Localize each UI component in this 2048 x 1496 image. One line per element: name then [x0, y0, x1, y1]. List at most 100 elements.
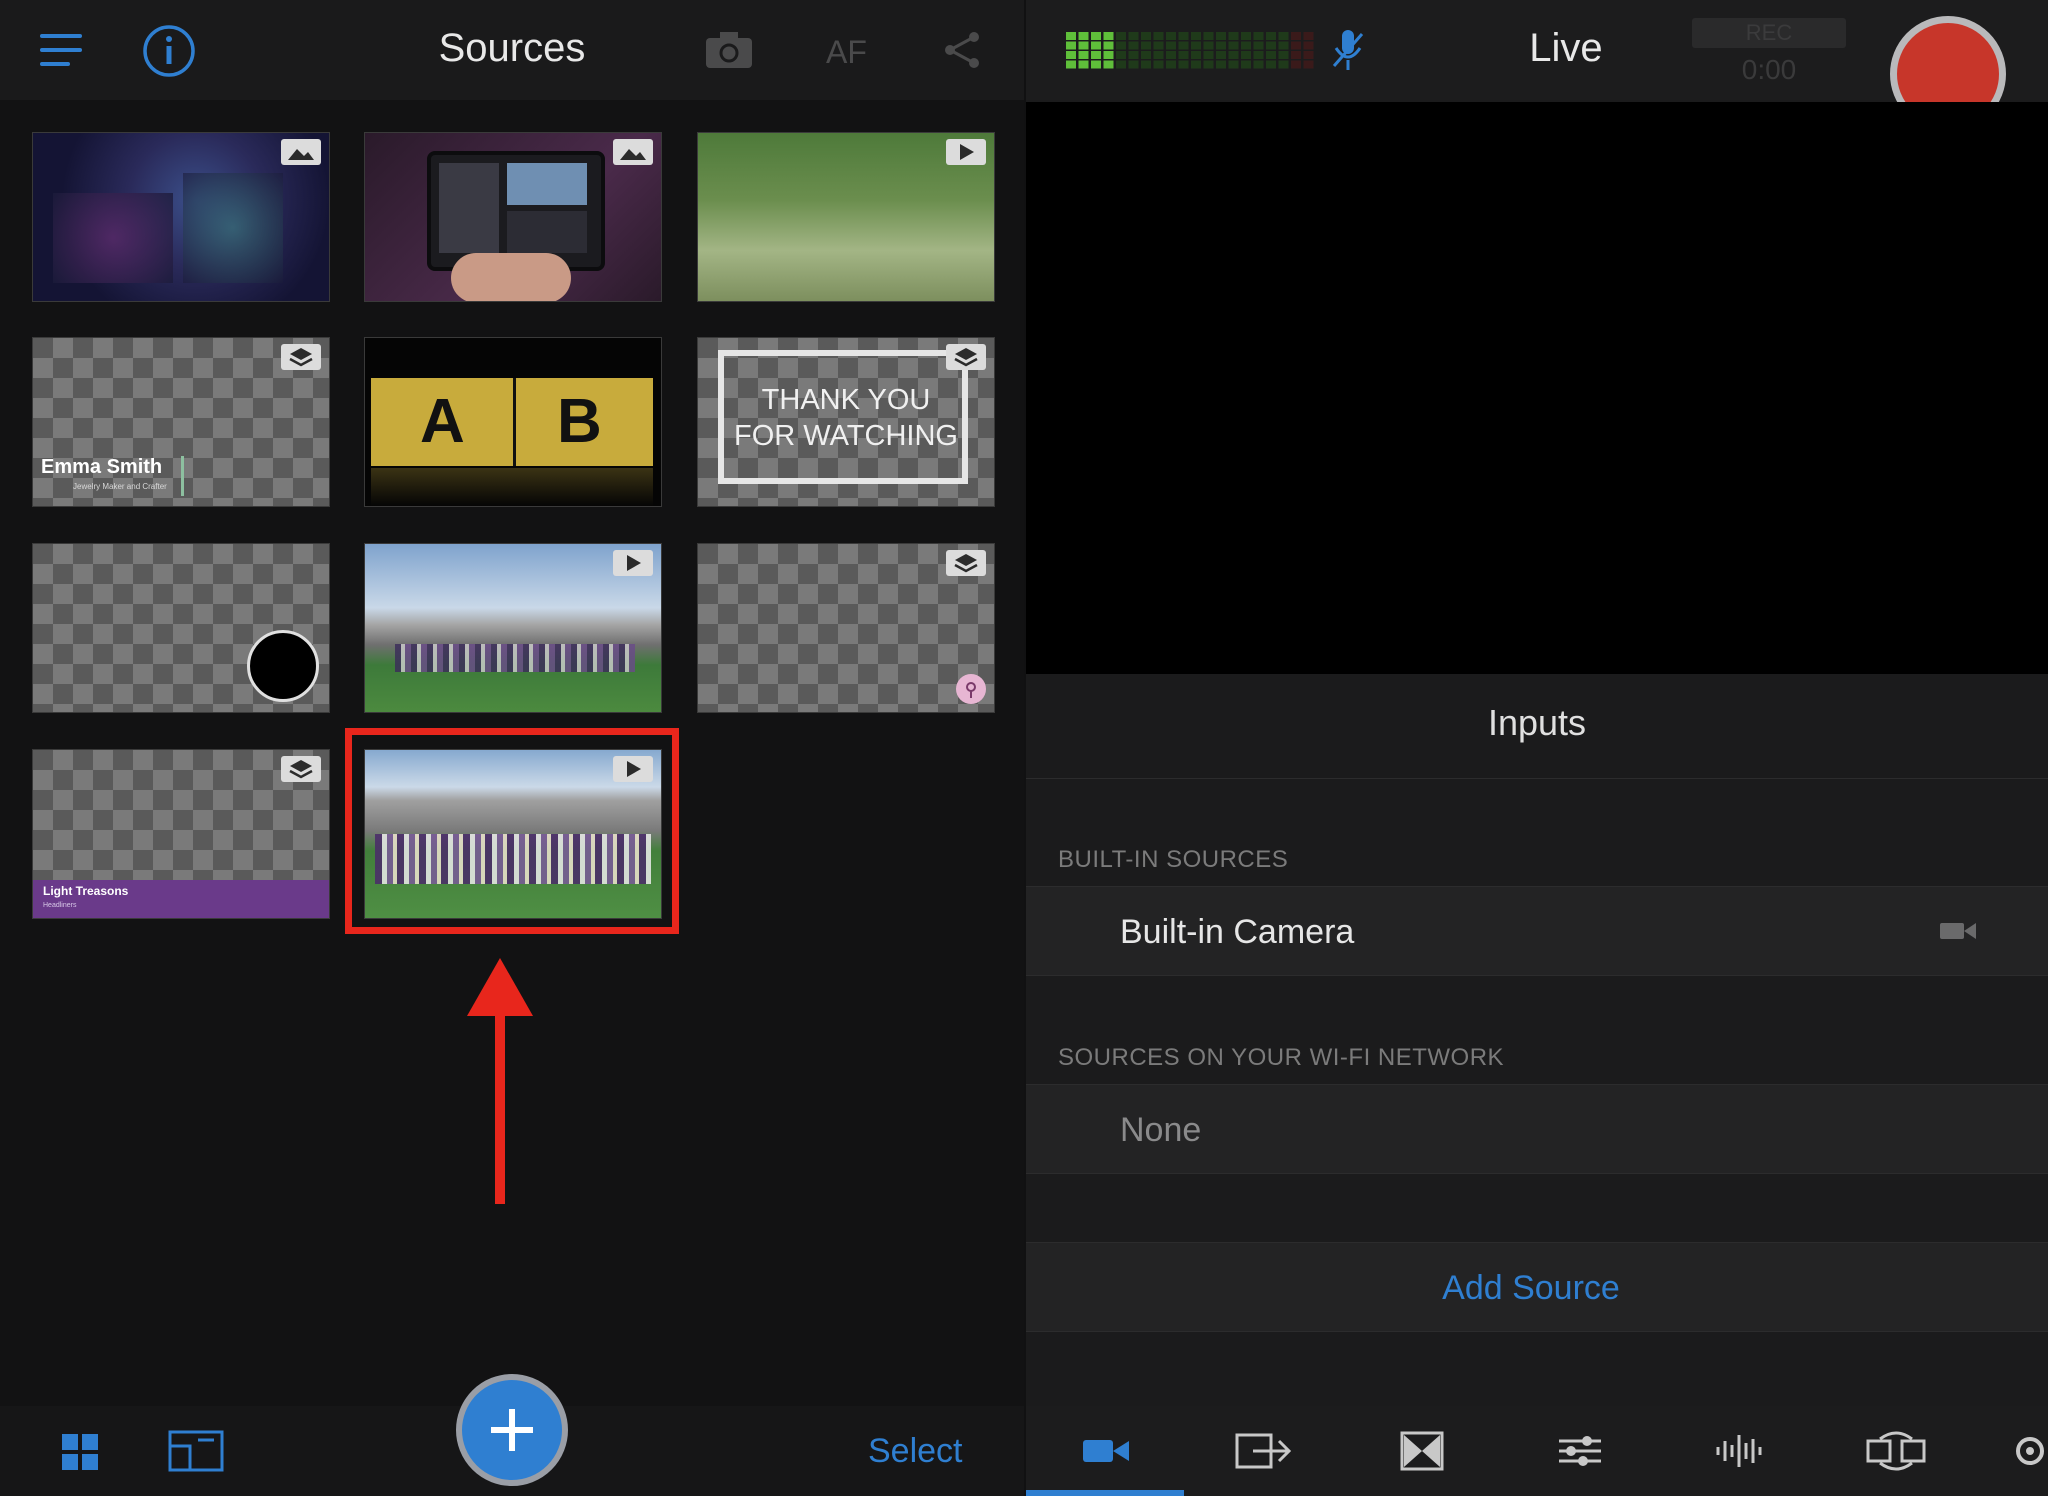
meter-segment — [1291, 60, 1301, 69]
menu-icon[interactable] — [40, 30, 86, 70]
meter-segment — [1066, 51, 1076, 59]
add-source-fab[interactable] — [456, 1374, 568, 1486]
source-thumbnail-tablet[interactable] — [364, 132, 662, 302]
meter-segment — [1266, 51, 1276, 59]
meter-segment — [1216, 32, 1226, 40]
overlay-title: Light Treasons — [43, 884, 129, 898]
source-thumbnail-lower-third-emma[interactable]: Emma Smith Jewelry Maker and Crafter — [32, 337, 330, 507]
transition-tab-icon[interactable] — [1390, 1428, 1454, 1474]
wifi-none-row: None — [1026, 1084, 2048, 1174]
meter-segment — [1203, 60, 1214, 69]
source-thumbnail-lower-third-light[interactable]: Light Treasons Headliners — [32, 749, 330, 919]
meter-segment — [1291, 51, 1301, 59]
built-in-sources-header: BUILT-IN SOURCES — [1058, 846, 1289, 873]
meter-segment — [1203, 41, 1214, 50]
meter-segment — [1191, 51, 1201, 59]
share-icon[interactable] — [942, 30, 982, 70]
audio-level-meter — [1066, 32, 1318, 70]
annotation-arrow — [460, 958, 540, 1204]
info-icon[interactable] — [142, 24, 196, 78]
source-thumbnail-ab-split[interactable]: A B — [364, 337, 662, 507]
source-thumbnail-wheat-field[interactable] — [697, 132, 995, 302]
grid-view-icon[interactable] — [60, 1432, 100, 1472]
meter-segment — [1128, 32, 1139, 40]
sources-header: Sources AF — [0, 0, 1024, 100]
thank-you-line1: THANK YOU — [761, 384, 931, 416]
meter-segment — [1216, 41, 1226, 50]
meter-segment — [1253, 32, 1264, 40]
meter-segment — [1228, 41, 1239, 50]
inputs-title: Inputs — [1487, 702, 1587, 743]
camera-tab-icon[interactable] — [1074, 1428, 1138, 1474]
rec-label: REC — [1745, 20, 1793, 45]
meter-segment — [1291, 41, 1301, 50]
play-icon — [613, 550, 653, 576]
audio-tab-icon[interactable] — [1706, 1428, 1770, 1474]
highlight-box — [345, 728, 679, 934]
microphone-icon[interactable] — [1330, 28, 1366, 72]
source-thumbnail-concert[interactable] — [32, 132, 330, 302]
meter-segment — [1078, 41, 1089, 50]
wifi-none-label: None — [1120, 1111, 1202, 1149]
meter-segment — [1191, 41, 1201, 50]
meter-segment — [1116, 32, 1126, 40]
meter-segment — [1266, 60, 1276, 69]
meter-segment — [1178, 32, 1189, 40]
layout-view-icon[interactable] — [168, 1430, 224, 1474]
built-in-camera-row[interactable]: Built-in Camera — [1026, 886, 2048, 976]
meter-segment — [1153, 60, 1164, 69]
source-thumbnail-stadium-1[interactable] — [364, 543, 662, 713]
add-source-button[interactable]: Add Source — [1026, 1269, 2036, 1308]
source-thumbnail-circle-overlay[interactable] — [32, 543, 330, 713]
meter-segment — [1116, 51, 1126, 59]
meter-segment — [1153, 51, 1164, 59]
switch-tab-icon[interactable] — [1864, 1428, 1928, 1474]
meter-segment — [1278, 60, 1289, 69]
meter-segment — [1291, 32, 1301, 40]
settings-tab-icon[interactable] — [2010, 1428, 2048, 1474]
add-source-row[interactable]: Add Source — [1026, 1242, 2048, 1332]
meter-segment — [1166, 51, 1176, 59]
active-tab-indicator — [1026, 1490, 1184, 1496]
image-icon — [281, 139, 321, 165]
meter-segment — [1066, 60, 1076, 69]
page-title: Sources — [438, 26, 586, 70]
af-label[interactable]: AF — [826, 34, 867, 71]
source-thumbnail-broadcast-overlay[interactable] — [697, 543, 995, 713]
meter-segment — [1091, 60, 1101, 69]
meter-segment — [1241, 60, 1251, 69]
plus-icon — [491, 1409, 533, 1451]
output-tab-icon[interactable] — [1232, 1428, 1296, 1474]
rec-indicator: REC — [1692, 18, 1846, 48]
overlay-title: Emma Smith — [41, 456, 163, 478]
meter-segment — [1128, 41, 1139, 50]
meter-segment — [1153, 32, 1164, 40]
meter-segment — [1066, 32, 1076, 40]
meter-segment — [1128, 60, 1139, 69]
sliders-tab-icon[interactable] — [1548, 1428, 1612, 1474]
meter-segment — [1166, 41, 1176, 50]
wifi-sources-header: SOURCES ON YOUR WI-FI NETWORK — [1058, 1044, 1505, 1071]
meter-segment — [1166, 32, 1176, 40]
video-camera-icon — [1938, 919, 1978, 943]
select-button[interactable]: Select — [868, 1432, 963, 1471]
meter-segment — [1178, 41, 1189, 50]
meter-segment — [1266, 41, 1276, 50]
meter-segment — [1228, 51, 1239, 59]
overlay-subtitle: Jewelry Maker and Crafter — [73, 482, 167, 491]
meter-segment — [1178, 51, 1189, 59]
meter-segment — [1141, 51, 1151, 59]
built-in-camera-label: Built-in Camera — [1120, 913, 1355, 951]
meter-segment — [1278, 41, 1289, 50]
meter-segment — [1203, 51, 1214, 59]
camera-flip-icon[interactable] — [704, 30, 754, 70]
meter-segment — [1216, 51, 1226, 59]
meter-segment — [1241, 32, 1251, 40]
meter-segment — [1103, 41, 1114, 50]
play-icon — [946, 139, 986, 165]
meter-segment — [1116, 41, 1126, 50]
meter-segment — [1278, 51, 1289, 59]
meter-segment — [1066, 41, 1076, 50]
source-thumbnail-thank-you[interactable]: THANK YOU FOR WATCHING — [697, 337, 995, 507]
meter-segment — [1103, 32, 1114, 40]
